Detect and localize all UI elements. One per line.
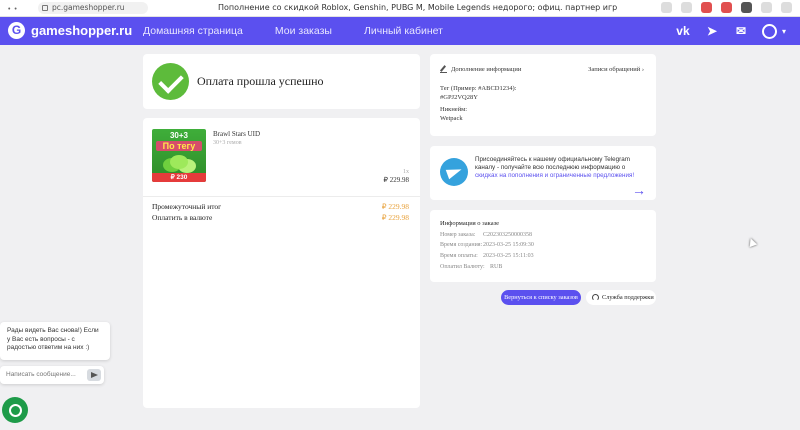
gem-icon <box>170 155 188 169</box>
tag-label: Тег (Пример: #ABCD1234): <box>440 85 517 92</box>
send-icon[interactable] <box>87 369 101 381</box>
pay-currency-value: ₽ 229.98 <box>381 213 409 222</box>
telegram-card[interactable]: Присоединяйтесь к нашему официальному Te… <box>430 146 656 200</box>
order-number-value: C202303250000358 <box>483 232 533 238</box>
nav-home[interactable]: Домашняя страница <box>143 25 243 37</box>
vk-icon[interactable]: vk <box>675 23 691 39</box>
chat-message: Рады видеть Вас снова!) Если у Вас есть … <box>0 322 110 360</box>
divider <box>143 196 420 197</box>
edit-icon[interactable] <box>440 66 447 73</box>
created-time-label: Время создания: <box>440 242 483 248</box>
nav-my-orders[interactable]: Мои заказы <box>275 25 332 37</box>
header-icons: vk ➤ ✉ ▾ <box>675 23 786 39</box>
mail-icon[interactable]: ✉ <box>733 23 749 39</box>
product-image-banner: По тегу <box>156 141 202 151</box>
browser-toolbar <box>661 2 792 13</box>
chat-input[interactable]: Написать сообщение... <box>0 366 104 384</box>
support-label: Служба поддержки <box>602 294 654 301</box>
order-card: 30+3 По тегу ₽ 230 Brawl Stars UID 30+3 … <box>143 118 420 408</box>
tag-value: #GPJ2VQ28Y <box>440 94 478 101</box>
bookmark-icon[interactable] <box>661 2 672 13</box>
check-icon <box>152 63 189 100</box>
currency-label: Оплатил Валюту: <box>440 264 485 270</box>
telegram-logo-icon <box>440 158 468 186</box>
support-button[interactable]: Служба поддержки <box>586 290 656 305</box>
chat-toggle-button[interactable] <box>2 397 28 423</box>
extension-red-icon[interactable] <box>721 2 732 13</box>
product-qty: 1x <box>403 169 409 175</box>
address-text: pc.gameshopper.ru <box>52 3 125 12</box>
product-image: 30+3 По тегу ₽ 230 <box>152 129 206 182</box>
profile-icon[interactable] <box>761 2 772 13</box>
product-desc: 30+3 гемов <box>213 140 242 146</box>
additional-info-title: Дополнение информации <box>451 66 522 73</box>
order-info-title: Информация о заказе <box>440 220 500 227</box>
paid-time-label: Время оплаты: <box>440 253 478 259</box>
nick-value: Wetpack <box>440 115 463 122</box>
paid-time-value: 2023-03-25 15:11:03 <box>483 253 534 259</box>
tab-menu-icon[interactable]: • • <box>8 6 18 13</box>
address-bar[interactable]: pc.gameshopper.ru <box>38 2 148 14</box>
currency-value: RUB <box>490 264 503 270</box>
main-nav: Домашняя страница Мои заказы Личный каби… <box>143 25 475 37</box>
mouse-cursor-icon <box>746 236 758 248</box>
headset-icon <box>592 294 599 301</box>
arrow-right-icon[interactable]: → <box>632 182 646 198</box>
chat-input-placeholder: Написать сообщение... <box>6 371 76 378</box>
product-image-amount: 30+3 <box>169 131 189 140</box>
extension-dark-icon[interactable] <box>741 2 752 13</box>
tab-title: Пополнение со скидкой Roblox, Genshin, P… <box>218 3 618 12</box>
product-name: Brawl Stars UID <box>213 130 261 138</box>
site-logo[interactable]: G gameshopper.ru <box>8 22 132 39</box>
product-price: ₽ 229.98 <box>383 176 409 184</box>
extension-icon[interactable] <box>681 2 692 13</box>
pay-currency-label: Оплатить в валюте <box>152 213 213 222</box>
nick-label: Никнейм: <box>440 106 468 113</box>
payment-success-card: Оплата прошла успешно <box>143 54 420 109</box>
logo-text: gameshopper.ru <box>31 23 133 38</box>
order-number-label: Номер заказа: <box>440 232 476 238</box>
adblock-icon[interactable] <box>701 2 712 13</box>
order-info-card: Информация о заказе Номер заказа: C20230… <box>430 210 656 282</box>
created-time-value: 2023-03-25 15:09:30 <box>483 242 534 248</box>
nav-account[interactable]: Личный кабинет <box>364 25 443 37</box>
menu-icon[interactable] <box>781 2 792 13</box>
lock-icon <box>42 5 48 11</box>
logo-icon: G <box>8 22 25 39</box>
subtotal-value: ₽ 229.98 <box>381 202 409 211</box>
product-image-price: ₽ 230 <box>152 173 206 182</box>
telegram-text: Присоединяйтесь к нашему официальному Te… <box>475 156 635 179</box>
telegram-icon[interactable]: ➤ <box>704 23 720 39</box>
site-header: G gameshopper.ru Домашняя страница Мои з… <box>0 17 800 45</box>
back-to-orders-button[interactable]: Вернуться к списку заказов <box>501 290 581 305</box>
additional-info-card: Дополнение информации Записи обращений ›… <box>430 54 656 136</box>
user-icon[interactable] <box>761 23 777 39</box>
request-log-link[interactable]: Записи обращений › <box>588 66 644 73</box>
browser-bar: • • pc.gameshopper.ru Пополнение со скид… <box>0 0 800 17</box>
additional-info-header: Дополнение информации <box>440 66 521 73</box>
success-label: Оплата прошла успешно <box>197 74 324 88</box>
subtotal-label: Промежуточный итог <box>152 202 222 211</box>
chevron-down-icon[interactable]: ▾ <box>782 27 786 36</box>
